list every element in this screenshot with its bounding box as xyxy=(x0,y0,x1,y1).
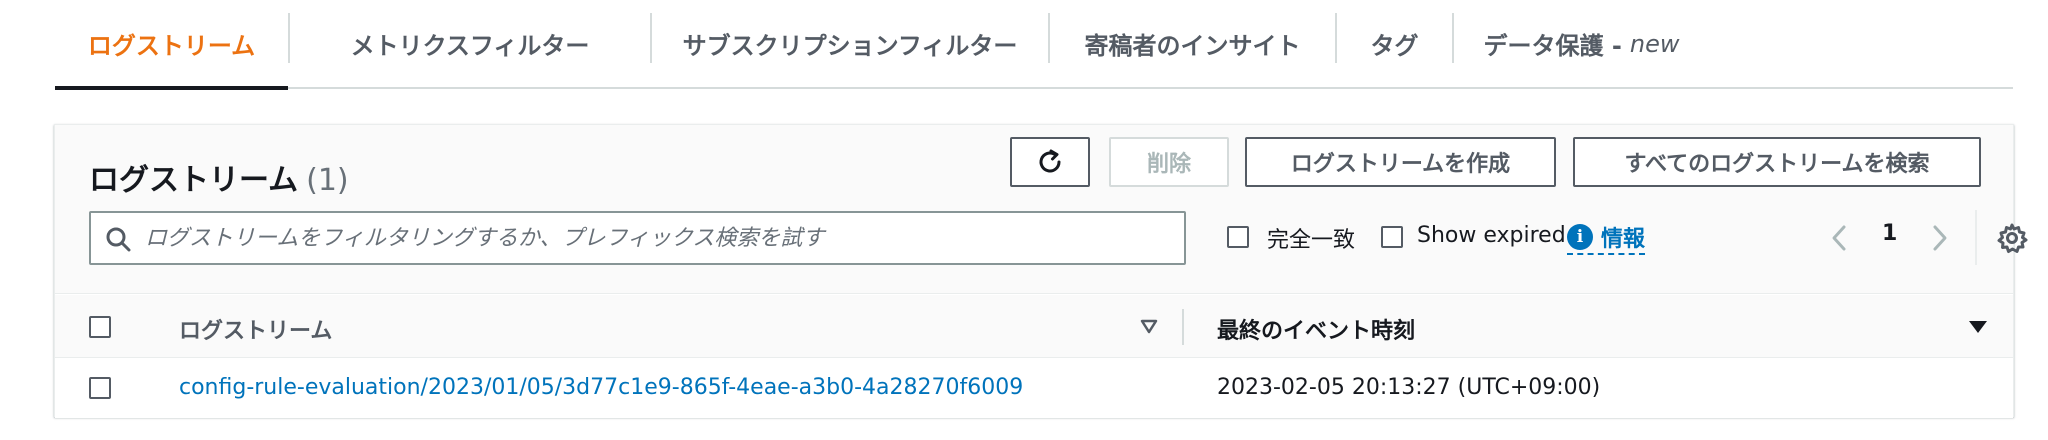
delete-button[interactable]: 削除 xyxy=(1109,137,1229,187)
select-all-checkbox[interactable] xyxy=(89,316,111,338)
refresh-button[interactable] xyxy=(1010,137,1090,187)
tab-label: サブスクリプションフィルター xyxy=(682,32,1018,60)
tab-bar: ログストリーム メトリクスフィルター サブスクリプションフィルター 寄稿者のイン… xyxy=(55,0,2013,90)
table-header: ログストリーム 最終のイベント時刻 xyxy=(55,295,2013,358)
info-link[interactable]: i 情報 xyxy=(1567,221,1646,255)
chevron-right-icon[interactable] xyxy=(1928,223,1952,253)
search-icon xyxy=(106,227,131,252)
current-page[interactable]: 1 xyxy=(1882,221,1897,246)
tab-label: データ保護 - xyxy=(1483,32,1622,60)
info-icon: i xyxy=(1567,224,1593,250)
table-row: config-rule-evaluation/2023/01/05/3d77c1… xyxy=(55,359,2013,418)
tab-contributor-insights[interactable]: 寄稿者のインサイト xyxy=(1050,0,1335,87)
tab-tags[interactable]: タグ xyxy=(1337,0,1452,87)
last-event-time: 2023-02-05 20:13:27 (UTC+09:00) xyxy=(1217,375,1601,400)
pager-divider xyxy=(1975,210,1977,265)
tab-label: メトリクスフィルター xyxy=(350,32,590,60)
gear-icon[interactable] xyxy=(1996,222,2028,254)
panel-title-text: ログストリーム xyxy=(89,163,299,198)
tab-data-protection[interactable]: データ保護 - new xyxy=(1454,0,1709,87)
tab-label: ログストリーム xyxy=(87,32,256,60)
create-log-stream-button[interactable]: ログストリームを作成 xyxy=(1245,137,1556,187)
sort-desc-icon[interactable] xyxy=(1968,319,1988,335)
new-badge: new xyxy=(1629,29,1680,58)
search-all-label: すべてのログストリームを検索 xyxy=(1624,152,1930,177)
stream-count: (1) xyxy=(306,163,349,198)
tab-metric-filters[interactable]: メトリクスフィルター xyxy=(290,0,650,87)
sort-icon[interactable] xyxy=(1140,319,1158,335)
exact-match-checkbox[interactable] xyxy=(1227,226,1249,248)
tab-label: 寄稿者のインサイト xyxy=(1084,32,1301,60)
column-header-log-stream[interactable]: ログストリーム xyxy=(179,313,332,345)
chevron-left-icon[interactable] xyxy=(1827,223,1851,253)
search-all-log-streams-button[interactable]: すべてのログストリームを検索 xyxy=(1573,137,1981,187)
exact-match-label: 完全一致 xyxy=(1267,228,1356,253)
info-label: 情報 xyxy=(1601,227,1646,252)
panel-title: ログストリーム (1) xyxy=(89,155,349,199)
show-expired-checkbox[interactable] xyxy=(1381,226,1403,248)
column-divider xyxy=(1182,309,1184,345)
tab-log-streams[interactable]: ログストリーム xyxy=(55,0,288,90)
row-checkbox[interactable] xyxy=(89,377,111,399)
delete-label: 削除 xyxy=(1146,152,1191,177)
filter-search-box xyxy=(89,211,1186,265)
create-label: ログストリームを作成 xyxy=(1290,152,1511,177)
tab-subscription-filters[interactable]: サブスクリプションフィルター xyxy=(652,0,1048,87)
column-header-last-event-time[interactable]: 最終のイベント時刻 xyxy=(1217,313,1415,345)
show-expired-label: Show expired xyxy=(1417,223,1566,248)
tab-label: タグ xyxy=(1370,32,1419,60)
refresh-icon xyxy=(1039,149,1061,173)
panel-header: ログストリーム (1) 削除 ログストリームを作成 すべてのログストリームを検索 … xyxy=(55,125,2028,294)
log-stream-link[interactable]: config-rule-evaluation/2023/01/05/3d77c1… xyxy=(179,375,1023,400)
filter-search-input[interactable] xyxy=(145,221,1165,255)
log-streams-panel: ログストリーム (1) 削除 ログストリームを作成 すべてのログストリームを検索 … xyxy=(54,124,2028,418)
